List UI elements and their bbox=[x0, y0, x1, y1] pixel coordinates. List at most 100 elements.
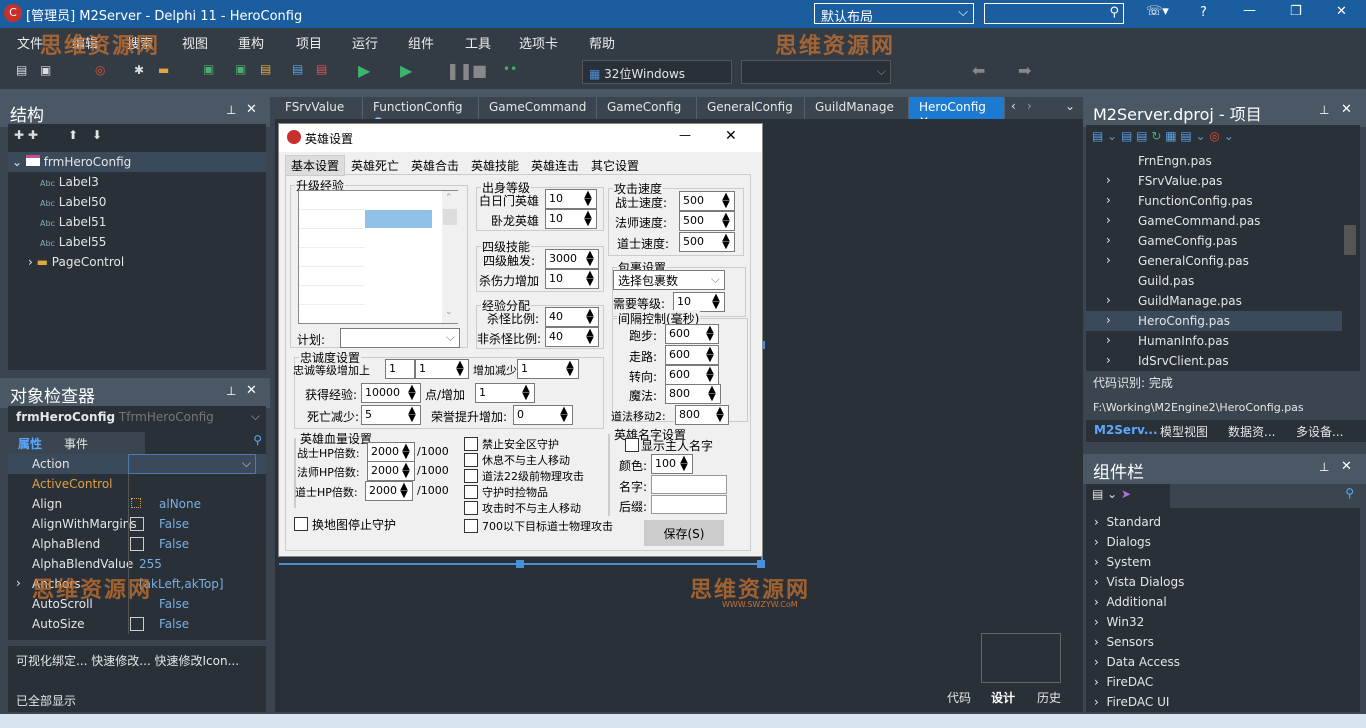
ide-search-input[interactable]: ⚲ bbox=[984, 3, 1124, 24]
tab-fsrvvalue[interactable]: FSrvValue bbox=[275, 97, 363, 119]
forward-icon[interactable]: ➡ bbox=[1018, 61, 1031, 80]
tab-code[interactable]: 代码 bbox=[947, 689, 971, 706]
loyalty-point[interactable]: 1 ▲ ▼ bbox=[475, 383, 535, 403]
expand-icon[interactable]: › bbox=[1106, 193, 1111, 207]
form-close-button[interactable]: ✕ bbox=[725, 128, 737, 144]
mage-hp[interactable]: 2000 ▲ ▼ bbox=[367, 461, 415, 481]
loyalty-value-1[interactable]: 1 bbox=[385, 359, 415, 379]
open-icon[interactable]: ▣ bbox=[40, 63, 51, 77]
tab-model-view[interactable]: 模型视图 bbox=[1160, 423, 1208, 440]
checkbox[interactable] bbox=[130, 617, 144, 631]
show-owner-name-checkbox[interactable] bbox=[625, 438, 639, 452]
tab-functionconfig[interactable]: FunctionConfig ● bbox=[363, 97, 479, 128]
add-file-icon[interactable]: ▤ bbox=[292, 62, 303, 76]
palette-category[interactable]: › Vista Dialogs bbox=[1094, 575, 1184, 589]
name-input[interactable] bbox=[651, 475, 727, 494]
palette-category[interactable]: › Standard bbox=[1094, 515, 1161, 529]
close-button[interactable]: ✕ bbox=[1336, 4, 1347, 19]
property-row[interactable]: ActiveControl bbox=[8, 474, 266, 494]
browser-icon[interactable]: ◎ bbox=[95, 63, 105, 77]
spin-arrows-icon[interactable]: ▲ ▼ bbox=[400, 443, 412, 461]
spin-arrows-icon[interactable]: ▲ ▼ bbox=[564, 360, 576, 378]
taoist-hp[interactable]: 2000 ▲ ▼ bbox=[365, 481, 413, 501]
property-search[interactable]: ⚲ bbox=[145, 432, 266, 454]
spin-arrows-icon[interactable]: ▲ ▼ bbox=[584, 270, 596, 288]
bag-count-select[interactable]: 选择包裹数 ⌵ bbox=[613, 270, 725, 290]
expand-icon[interactable]: › bbox=[1106, 173, 1111, 187]
scroll-up-icon[interactable]: ⌃ bbox=[445, 193, 453, 203]
tab-gamecommand[interactable]: GameCommand bbox=[479, 97, 597, 119]
checkbox[interactable] bbox=[130, 517, 144, 531]
loyalty-exp[interactable]: 10000 ▲ ▼ bbox=[361, 383, 421, 403]
wolong-hero-level[interactable]: 10 ▲ ▼ bbox=[545, 209, 597, 229]
spin-arrows-icon[interactable]: ▲ ▼ bbox=[720, 212, 732, 230]
tab-heroconfig[interactable]: HeroConfig ✕ bbox=[909, 97, 1005, 128]
close-icon[interactable]: ✕ bbox=[1341, 459, 1352, 474]
run-debug-icon[interactable]: ▶ bbox=[400, 61, 412, 80]
project-file[interactable]: › GameCommand.pas bbox=[1086, 211, 1342, 231]
tab-design[interactable]: 设计 bbox=[991, 689, 1015, 706]
spin-arrows-icon[interactable]: ▲ ▼ bbox=[714, 406, 726, 424]
loyalty-honor[interactable]: 0 ▲ ▼ bbox=[513, 405, 573, 425]
save-all-icon[interactable]: ▣ bbox=[235, 62, 246, 76]
taoist-move-interval[interactable]: 800 ▲ ▼ bbox=[675, 405, 729, 425]
object-selector[interactable]: frmHeroConfig TfrmHeroConfig ⌵ bbox=[8, 406, 266, 430]
property-value[interactable]: False bbox=[128, 514, 258, 534]
folder-icon[interactable]: ▬ bbox=[158, 63, 169, 77]
plan-select[interactable]: ⌵ bbox=[340, 328, 460, 348]
bag-level[interactable]: 10 ▲ ▼ bbox=[673, 292, 725, 312]
spin-arrows-icon[interactable]: ▲ ▼ bbox=[406, 384, 418, 402]
tree-root[interactable]: ⌄ frmHeroConfig bbox=[8, 152, 266, 172]
pause-icon[interactable]: ❚❚ bbox=[446, 61, 473, 80]
project-file[interactable]: Guild.pas bbox=[1086, 271, 1342, 291]
spin-arrows-icon[interactable]: ▲ ▼ bbox=[454, 360, 466, 378]
project-file[interactable]: › IdSrvClient.pas bbox=[1086, 351, 1342, 371]
property-value[interactable]: 255 bbox=[128, 554, 258, 574]
taoist-speed[interactable]: 500 ▲ ▼ bbox=[679, 232, 735, 252]
menu-refactor[interactable]: 重构 bbox=[238, 33, 264, 52]
name-color[interactable]: 100 ▲ ▼ bbox=[651, 454, 693, 474]
spin-arrows-icon[interactable]: ▲ ▼ bbox=[706, 385, 718, 403]
tab-scroll-left-icon[interactable]: ‹ bbox=[1011, 99, 1016, 113]
remove-file-icon[interactable]: ▤ bbox=[316, 62, 327, 76]
pin-icon[interactable]: ⊥ bbox=[226, 384, 236, 398]
palette-category[interactable]: › Dialogs bbox=[1094, 535, 1151, 549]
tree-item[interactable]: › ▬ PageControl bbox=[8, 252, 124, 272]
palette-category[interactable]: › Win32 bbox=[1094, 615, 1144, 629]
spin-arrows-icon[interactable]: ▲ ▼ bbox=[584, 250, 596, 268]
property-value[interactable]: alNone bbox=[128, 494, 258, 514]
skill4-damage[interactable]: 10 ▲ ▼ bbox=[545, 269, 599, 289]
checkbox[interactable] bbox=[464, 453, 478, 467]
checkbox[interactable] bbox=[464, 519, 478, 533]
palette-category[interactable]: › Additional bbox=[1094, 595, 1167, 609]
palette-category[interactable]: › System bbox=[1094, 555, 1151, 569]
form-minimize-button[interactable]: — bbox=[679, 128, 691, 142]
expand-icon[interactable]: › bbox=[1106, 253, 1111, 267]
close-icon[interactable]: ✕ bbox=[1341, 102, 1352, 117]
spin-arrows-icon[interactable]: ▲ ▼ bbox=[704, 366, 716, 384]
page-tab-basic[interactable]: 基本设置 bbox=[285, 155, 346, 176]
loyalty-value-2[interactable]: 1 ▲ ▼ bbox=[415, 359, 469, 379]
project-file[interactable]: FrnEngn.pas bbox=[1086, 151, 1342, 171]
spin-arrows-icon[interactable]: ▲ ▼ bbox=[558, 406, 570, 424]
menu-run[interactable]: 运行 bbox=[352, 33, 378, 52]
pin-icon[interactable]: ⊥ bbox=[1319, 460, 1329, 474]
expand-icon[interactable]: › bbox=[1106, 233, 1111, 247]
loyalty-death[interactable]: 5 ▲ ▼ bbox=[361, 405, 421, 425]
menu-tabs[interactable]: 选项卡 bbox=[519, 33, 558, 52]
grid-selected-cell[interactable] bbox=[365, 210, 432, 228]
warrior-hp[interactable]: 2000 ▲ ▼ bbox=[367, 442, 415, 462]
property-row[interactable]: AlphaBlendValue 255 bbox=[8, 554, 266, 574]
warrior-speed[interactable]: 500 ▲ ▼ bbox=[679, 191, 735, 211]
loyalty-value-3[interactable]: 1 ▲ ▼ bbox=[517, 359, 579, 379]
tab-project[interactable]: M2Serv... bbox=[1094, 423, 1158, 437]
spin-arrows-icon[interactable]: ▲ ▼ bbox=[406, 406, 418, 424]
page-tab-chain[interactable]: 英雄连击 bbox=[531, 157, 579, 174]
expand-icon[interactable]: › bbox=[1106, 293, 1111, 307]
menu-view[interactable]: 视图 bbox=[182, 33, 208, 52]
project-file[interactable]: › HumanInfo.pas bbox=[1086, 331, 1342, 351]
tab-data-explorer[interactable]: 数据资... bbox=[1228, 423, 1275, 440]
menu-component[interactable]: 组件 bbox=[408, 33, 434, 52]
spin-arrows-icon[interactable]: ▲ ▼ bbox=[678, 455, 690, 473]
property-value[interactable]: False bbox=[128, 614, 258, 634]
